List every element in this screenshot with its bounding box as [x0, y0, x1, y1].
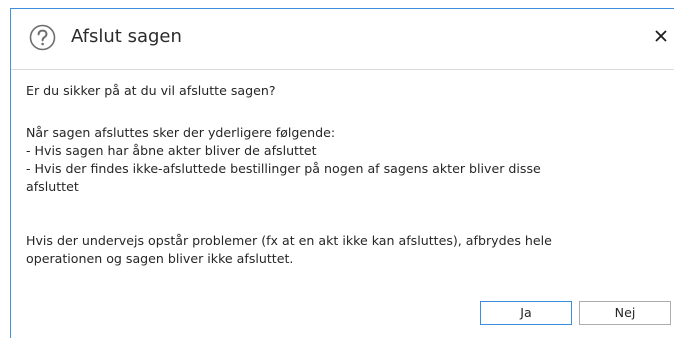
warning-line2: operationen og sagen bliver ikke afslutt… [26, 251, 294, 266]
info-item-orders-line1: - Hvis der findes ikke-afsluttede bestil… [26, 161, 541, 176]
dialog-title: Afslut sagen [71, 26, 182, 47]
info-item-open-acts: - Hvis sagen har åbne akter bliver de af… [26, 143, 317, 158]
header-divider [11, 69, 674, 70]
no-button[interactable]: Nej [579, 301, 671, 325]
help-icon [29, 24, 56, 51]
info-item-orders-line2: afsluttet [26, 179, 79, 194]
close-icon[interactable] [654, 28, 668, 42]
confirm-question: Er du sikker på at du vil afslutte sagen… [26, 83, 276, 98]
yes-button[interactable]: Ja [480, 301, 572, 325]
confirm-dialog: Afslut sagen Er du sikker på at du vil a… [10, 8, 674, 338]
dialog-header: Afslut sagen [11, 9, 674, 63]
warning-line1: Hvis der undervejs opstår problemer (fx … [26, 233, 552, 248]
info-intro: Når sagen afsluttes sker der yderligere … [26, 125, 336, 140]
